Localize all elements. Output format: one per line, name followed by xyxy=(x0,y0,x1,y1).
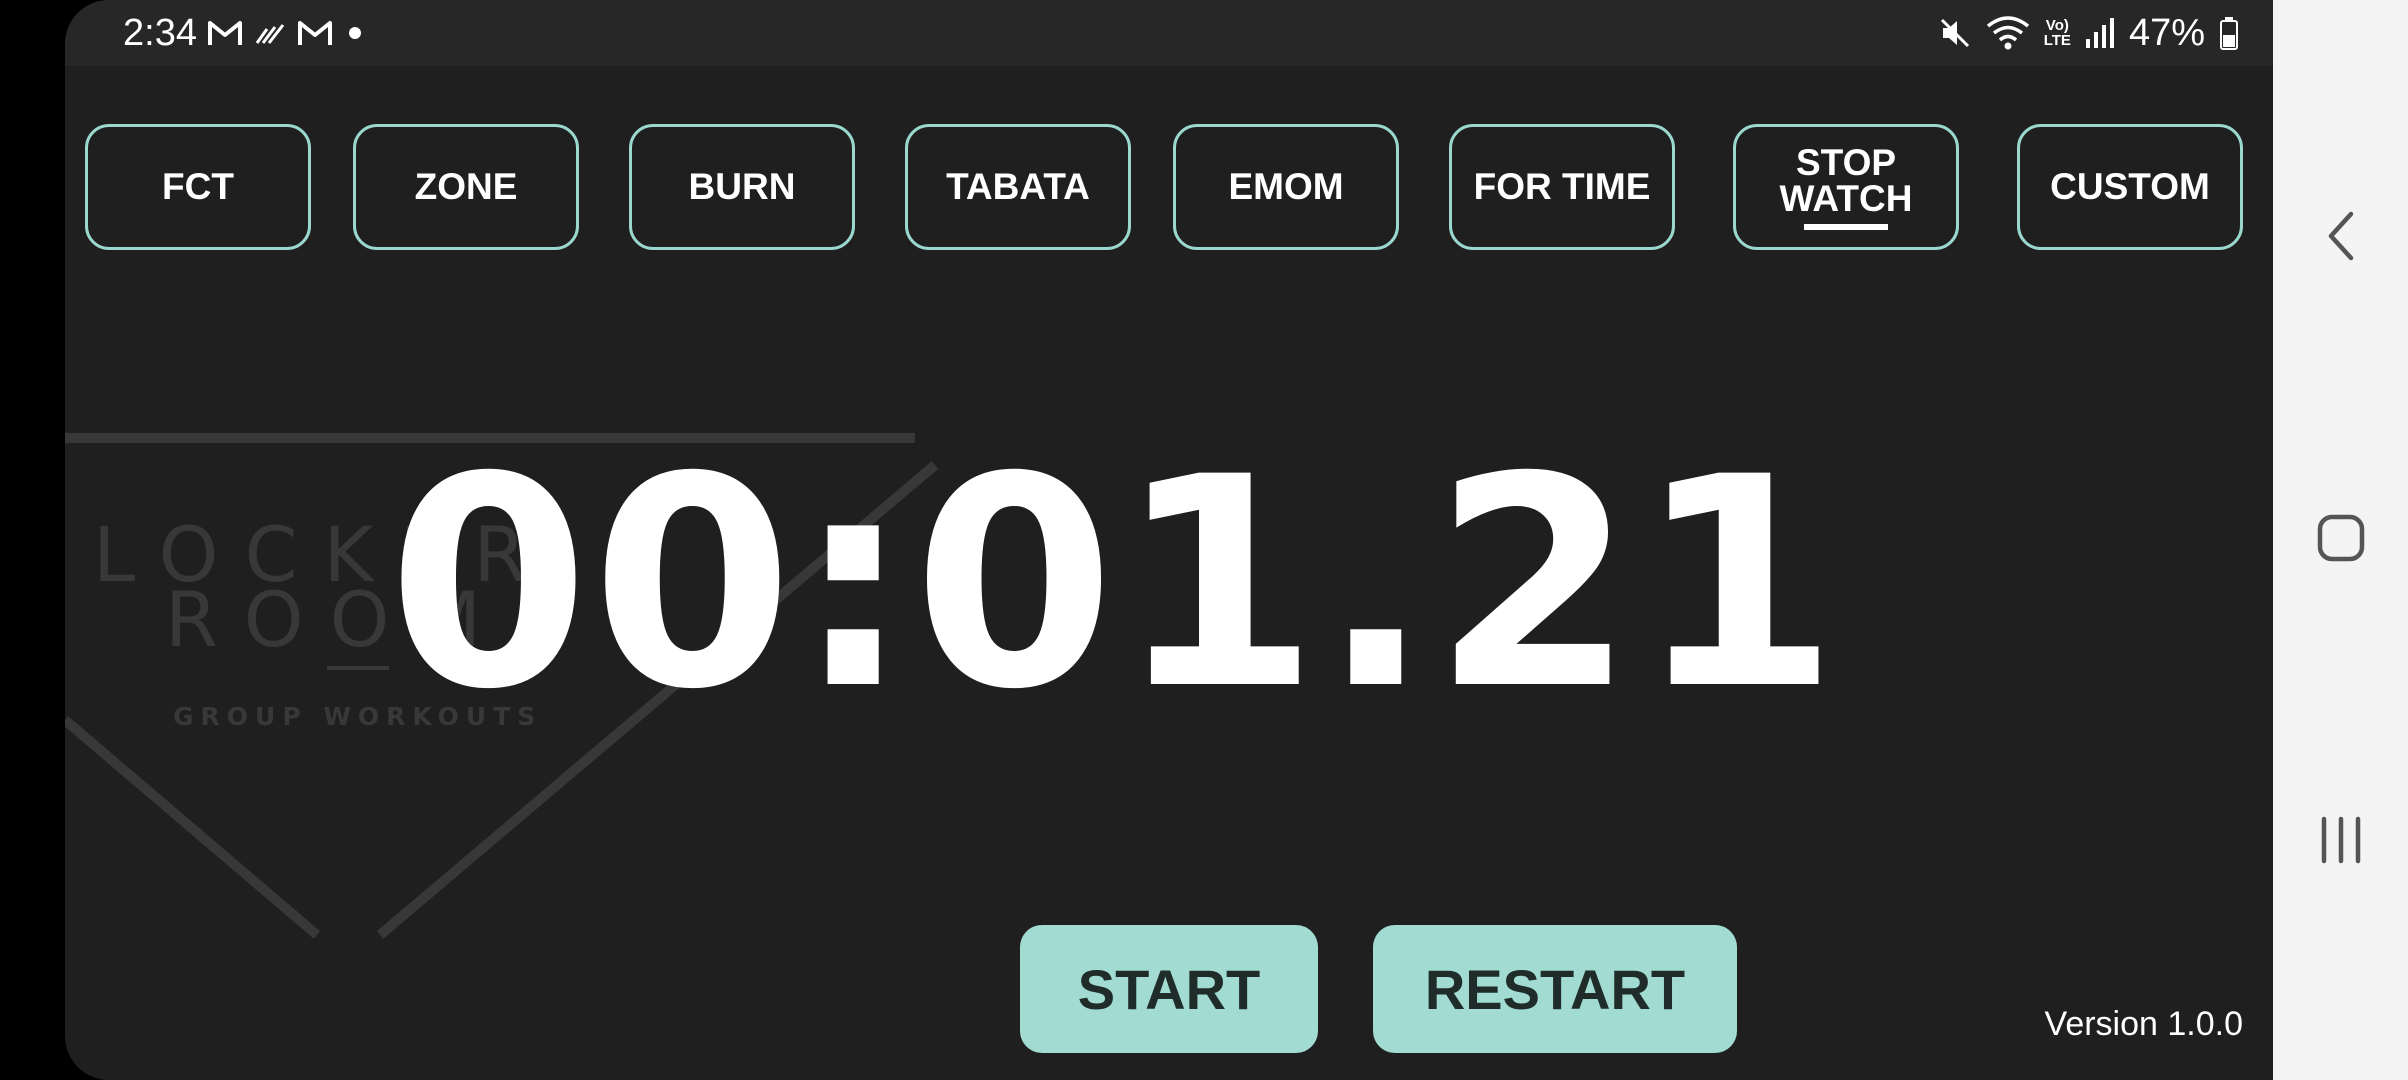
tab-fct[interactable]: FCT xyxy=(85,124,311,250)
dot-icon xyxy=(343,21,367,45)
stopwatch-app: 2:34 Vo) LTE 47% FCT ZONE BURN TABATA EM… xyxy=(65,0,2273,1080)
tab-label-line2: WATCH xyxy=(1779,177,1913,219)
home-button[interactable] xyxy=(2273,480,2408,600)
tab-label-line1: STOP xyxy=(1795,141,1897,183)
restart-button[interactable]: RESTART xyxy=(1373,925,1737,1053)
status-right: Vo) LTE 47% xyxy=(1938,8,2239,58)
tab-custom[interactable]: CUSTOM xyxy=(2017,124,2243,250)
status-bar: 2:34 Vo) LTE 47% xyxy=(65,0,2273,66)
recent-apps-button[interactable] xyxy=(2273,782,2408,902)
volte-icon: Vo) LTE xyxy=(2044,18,2071,48)
tab-label: CUSTOM xyxy=(2050,166,2210,207)
restart-button-label: RESTART xyxy=(1424,957,1686,1021)
home-icon xyxy=(2316,513,2366,568)
tab-label: BURN xyxy=(688,166,796,207)
tab-tabata[interactable]: TABATA xyxy=(905,124,1131,250)
back-button[interactable] xyxy=(2273,178,2408,298)
tab-label: FCT xyxy=(162,166,234,207)
start-button[interactable]: START xyxy=(1020,925,1318,1053)
tab-label: ZONE xyxy=(414,166,518,207)
mute-icon xyxy=(1938,16,1972,50)
stopwatch-time-display: 00:01.21 xyxy=(387,416,1841,753)
volte-bottom: LTE xyxy=(2043,32,2071,49)
screen: 2:34 Vo) LTE 47% FCT ZONE BURN TABATA EM… xyxy=(0,0,2408,1080)
wifi-icon xyxy=(1986,16,2030,50)
gmail-icon xyxy=(207,19,243,47)
tab-for-time[interactable]: FOR TIME xyxy=(1449,124,1675,250)
version-label: Version 1.0.0 xyxy=(2044,1005,2243,1043)
signal-icon xyxy=(2085,17,2115,49)
status-left: 2:34 xyxy=(123,8,367,58)
start-button-label: START xyxy=(1077,957,1261,1021)
battery-percent: 47% xyxy=(2128,11,2205,54)
volte-top: Vo) xyxy=(2045,17,2069,34)
tab-zone[interactable]: ZONE xyxy=(353,124,579,250)
tab-label: EMOM xyxy=(1228,166,1344,207)
recent-apps-icon xyxy=(2316,815,2366,870)
battery-icon xyxy=(2219,16,2239,50)
navigation-bar xyxy=(2273,0,2408,1080)
selected-tab-indicator xyxy=(1804,223,1888,230)
gmail-icon xyxy=(297,19,333,47)
back-icon xyxy=(2321,208,2361,269)
missed-call-icon xyxy=(253,19,287,47)
tab-emom[interactable]: EMOM xyxy=(1173,124,1399,250)
tab-label-wrap: STOP WATCH xyxy=(1779,141,1913,230)
tab-label: FOR TIME xyxy=(1473,166,1651,207)
tab-stopwatch[interactable]: STOP WATCH xyxy=(1733,124,1959,250)
clock-time: 2:34 xyxy=(123,11,197,54)
tab-burn[interactable]: BURN xyxy=(629,124,855,250)
tab-label: TABATA xyxy=(946,166,1090,207)
